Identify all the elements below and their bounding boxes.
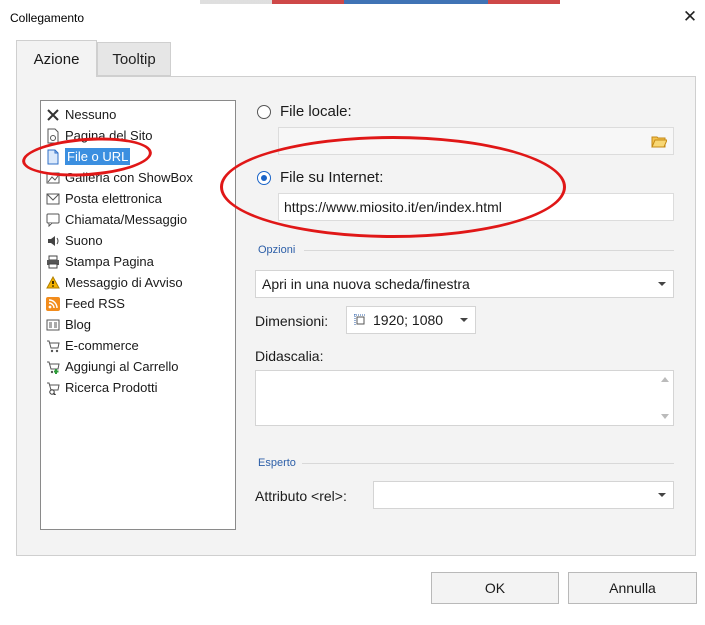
rel-label: Attributo <rel>: bbox=[255, 488, 347, 504]
list-item-label: File o URL bbox=[65, 148, 131, 165]
chevron-down-icon bbox=[658, 493, 666, 497]
list-item-label: Blog bbox=[65, 317, 92, 332]
list-item-e-commerce[interactable]: E-commerce bbox=[41, 335, 235, 356]
list-item-label: Aggiungi al Carrello bbox=[65, 359, 179, 374]
close-button[interactable]: ✕ bbox=[681, 8, 699, 26]
radio-button[interactable] bbox=[257, 104, 271, 119]
gallery-icon bbox=[45, 170, 61, 186]
tab-tooltip[interactable]: Tooltip bbox=[97, 42, 171, 76]
resize-icon bbox=[353, 313, 367, 327]
page-link-icon bbox=[45, 128, 61, 144]
list-item-chiamata-messaggio[interactable]: Chiamata/Messaggio bbox=[41, 209, 235, 230]
dimensioni-label: Dimensioni: bbox=[255, 313, 329, 329]
list-item-posta-elettronica[interactable]: Posta elettronica bbox=[41, 188, 235, 209]
action-list[interactable]: Nessuno Pagina del Sito File o URL Galle… bbox=[40, 100, 236, 530]
list-item-label: Messaggio di Avviso bbox=[65, 275, 183, 290]
list-item-label: Feed RSS bbox=[65, 296, 125, 311]
list-item-galleria-showbox[interactable]: Galleria con ShowBox bbox=[41, 167, 235, 188]
section-divider bbox=[302, 463, 674, 464]
x-icon bbox=[45, 107, 61, 123]
cart-search-icon bbox=[45, 380, 61, 396]
dimensioni-select[interactable]: 1920; 1080 bbox=[346, 306, 476, 334]
url-value: https://www.miosito.it/en/index.html bbox=[284, 199, 502, 215]
cart-icon bbox=[45, 338, 61, 354]
speaker-icon bbox=[45, 233, 61, 249]
radio-file-internet[interactable]: File su Internet: bbox=[257, 169, 383, 186]
list-item-messaggio-avviso[interactable]: Messaggio di Avviso bbox=[41, 272, 235, 293]
warning-icon bbox=[45, 275, 61, 291]
scroll-up-icon[interactable] bbox=[661, 377, 669, 382]
rel-select[interactable] bbox=[373, 481, 674, 509]
list-item-label: Posta elettronica bbox=[65, 191, 162, 206]
chevron-down-icon bbox=[460, 318, 468, 322]
rss-icon bbox=[45, 296, 61, 312]
file-locale-field[interactable] bbox=[278, 127, 674, 155]
section-divider bbox=[304, 250, 674, 251]
open-mode-select[interactable]: Apri in una nuova scheda/finestra bbox=[255, 270, 674, 298]
list-item-feed-rss[interactable]: Feed RSS bbox=[41, 293, 235, 314]
list-item-label: E-commerce bbox=[65, 338, 139, 353]
list-item-suono[interactable]: Suono bbox=[41, 230, 235, 251]
list-item-pagina-del-sito[interactable]: Pagina del Sito bbox=[41, 125, 235, 146]
list-item-ricerca-prodotti[interactable]: Ricerca Prodotti bbox=[41, 377, 235, 398]
dialog-footer: OK Annulla bbox=[0, 556, 705, 625]
radio-button[interactable] bbox=[257, 170, 271, 185]
didascalia-textarea[interactable] bbox=[255, 370, 674, 426]
cancel-button[interactable]: Annulla bbox=[568, 572, 697, 604]
list-item-label: Chiamata/Messaggio bbox=[65, 212, 188, 227]
window-title: Collegamento bbox=[10, 11, 85, 25]
radio-file-locale[interactable]: File locale: bbox=[257, 103, 352, 120]
list-item-file-o-url[interactable]: File o URL bbox=[41, 146, 235, 167]
radio-label: File su Internet: bbox=[280, 169, 384, 186]
printer-icon bbox=[45, 254, 61, 270]
ok-button[interactable]: OK bbox=[431, 572, 559, 604]
list-item-label: Suono bbox=[65, 233, 103, 248]
title-bar: Collegamento ✕ bbox=[0, 0, 705, 34]
dimensioni-value: 1920; 1080 bbox=[373, 312, 444, 328]
list-item-label: Nessuno bbox=[65, 107, 117, 122]
url-input[interactable]: https://www.miosito.it/en/index.html bbox=[278, 193, 674, 221]
phone-icon bbox=[45, 212, 61, 228]
tab-azione[interactable]: Azione bbox=[16, 40, 97, 77]
file-icon bbox=[45, 149, 61, 165]
section-label-opzioni: Opzioni bbox=[258, 244, 296, 256]
scroll-down-icon[interactable] bbox=[661, 414, 669, 419]
list-item-aggiungi-carrello[interactable]: Aggiungi al Carrello bbox=[41, 356, 235, 377]
list-item-label: Galleria con ShowBox bbox=[65, 170, 193, 185]
chevron-down-icon bbox=[658, 282, 666, 286]
didascalia-label: Didascalia: bbox=[255, 348, 324, 364]
list-item-label: Stampa Pagina bbox=[65, 254, 154, 269]
blog-icon bbox=[45, 317, 61, 333]
list-item-label: Ricerca Prodotti bbox=[65, 380, 158, 395]
cart-add-icon bbox=[45, 359, 61, 375]
open-mode-value: Apri in una nuova scheda/finestra bbox=[262, 276, 470, 292]
background-strip bbox=[200, 0, 560, 4]
list-item-stampa-pagina[interactable]: Stampa Pagina bbox=[41, 251, 235, 272]
folder-open-icon[interactable] bbox=[651, 134, 668, 148]
email-icon bbox=[45, 191, 61, 207]
list-item-label: Pagina del Sito bbox=[65, 128, 153, 143]
list-item-blog[interactable]: Blog bbox=[41, 314, 235, 335]
list-item-nessuno[interactable]: Nessuno bbox=[41, 104, 235, 125]
section-label-esperto: Esperto bbox=[258, 457, 296, 469]
radio-label: File locale: bbox=[280, 103, 352, 120]
